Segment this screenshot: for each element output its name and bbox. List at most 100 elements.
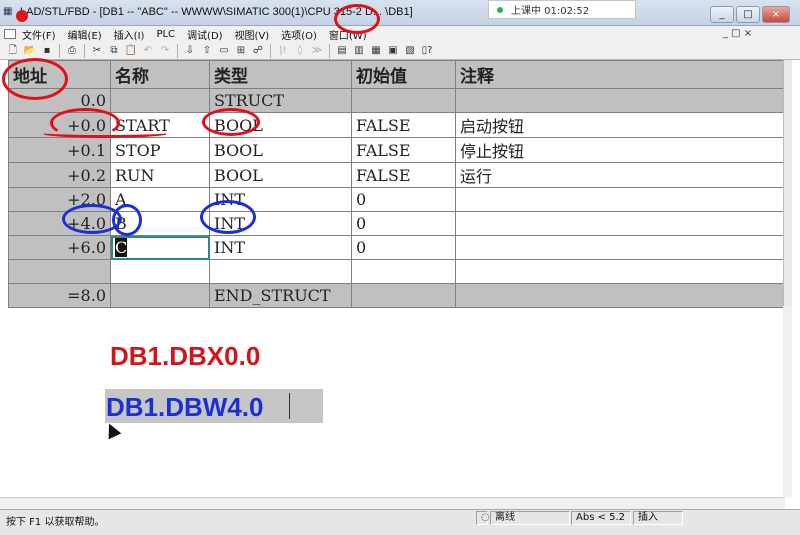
cell-name[interactable]: STOP: [110, 137, 210, 163]
cell-name[interactable]: A: [110, 187, 210, 212]
cell-name[interactable]: [110, 283, 210, 308]
close-button[interactable]: ×: [762, 6, 790, 23]
toolbar: 🗋 📂 ▪ ⎙ ✂ ⧉ 📋 ↶ ↷ ⇩ ⇧ ▭ ⊞ ☍ |! ◊ ≫ ▤ ▥ ▦…: [0, 42, 800, 60]
cell-name[interactable]: [110, 88, 210, 113]
copy-icon[interactable]: ⧉: [107, 44, 121, 58]
undo-icon[interactable]: ↶: [141, 44, 155, 58]
menu-window[interactable]: 窗口(W): [329, 27, 367, 42]
table-row[interactable]: +0.0 START BOOL FALSE 启动按钮: [8, 112, 784, 138]
menu-debug[interactable]: 调试(D): [187, 27, 223, 42]
lower-vertical-scrollbar[interactable]: [783, 306, 792, 497]
download-icon[interactable]: ⇩: [183, 44, 197, 58]
cell-name[interactable]: [110, 259, 210, 284]
cut-icon[interactable]: ✂: [90, 44, 104, 58]
declaration-table-area: 地址 名称 类型 初始值 注释 0.0 STRUCT +0.0 START BO…: [0, 60, 800, 308]
cell-type[interactable]: END_STRUCT: [209, 283, 352, 308]
cell-name-selected[interactable]: C: [110, 235, 210, 260]
breakpoint-icon[interactable]: |!: [276, 44, 290, 58]
text-caret: [289, 393, 290, 419]
header-initial-value: 初始值: [351, 60, 456, 89]
header-address: 地址: [8, 60, 111, 89]
cell-name[interactable]: START: [110, 112, 210, 138]
table-row[interactable]: +4.0 B INT 0: [8, 211, 784, 236]
cell-comment[interactable]: [455, 211, 784, 236]
cell-initial-value[interactable]: 0: [351, 235, 456, 260]
layout-icon[interactable]: ▥: [352, 44, 366, 58]
maximize-button[interactable]: □: [736, 6, 760, 23]
help-icon[interactable]: ▯?: [420, 44, 434, 58]
table-row[interactable]: =8.0 END_STRUCT: [8, 283, 784, 308]
header-type: 类型: [209, 60, 352, 89]
document-icon[interactable]: [4, 29, 16, 39]
header-comment: 注释: [455, 60, 784, 89]
upload-icon[interactable]: ⇧: [200, 44, 214, 58]
cell-type[interactable]: [209, 259, 352, 284]
save-icon[interactable]: ▪: [40, 44, 54, 58]
details-icon[interactable]: ▦: [369, 44, 383, 58]
cell-initial-value[interactable]: FALSE: [351, 112, 456, 138]
table-row[interactable]: +0.1 STOP BOOL FALSE 停止按钮: [8, 137, 784, 163]
menu-view[interactable]: 视图(V): [235, 27, 270, 42]
cell-comment[interactable]: [455, 283, 784, 308]
jump-icon[interactable]: ≫: [310, 44, 324, 58]
cell-type[interactable]: BOOL: [209, 162, 352, 188]
step-icon[interactable]: ◊: [293, 44, 307, 58]
table-row[interactable]: 0.0 STRUCT: [8, 88, 784, 113]
cell-initial-value[interactable]: [351, 88, 456, 113]
cell-type[interactable]: STRUCT: [209, 88, 352, 113]
overview-icon[interactable]: ▤: [335, 44, 349, 58]
table-row[interactable]: +6.0 C INT 0: [8, 235, 784, 260]
menu-file[interactable]: 文件(F): [22, 27, 56, 42]
cell-type[interactable]: BOOL: [209, 112, 352, 138]
vertical-scrollbar[interactable]: [783, 60, 792, 306]
cell-initial-value[interactable]: 0: [351, 211, 456, 236]
cell-initial-value[interactable]: [351, 259, 456, 284]
cell-comment[interactable]: [455, 187, 784, 212]
cell-type[interactable]: INT: [209, 211, 352, 236]
cell-initial-value[interactable]: FALSE: [351, 162, 456, 188]
cell-name[interactable]: RUN: [110, 162, 210, 188]
cell-type[interactable]: INT: [209, 235, 352, 260]
redo-icon[interactable]: ↷: [158, 44, 172, 58]
cell-initial-value[interactable]: 0: [351, 187, 456, 212]
mdi-controls[interactable]: _ □ ×: [723, 28, 752, 39]
status-bar: 按下 F1 以获取帮助。 ◌ 离线 Abs < 5.2 插入: [0, 509, 800, 535]
header-name: 名称: [110, 60, 210, 89]
cell-address: 0.0: [8, 88, 111, 113]
print-icon[interactable]: ⎙: [65, 44, 79, 58]
cell-name[interactable]: B: [110, 211, 210, 236]
table-row[interactable]: +0.2 RUN BOOL FALSE 运行: [8, 162, 784, 188]
toolbar-separator: [84, 43, 85, 58]
paste-icon[interactable]: 📋: [124, 44, 138, 58]
cell-initial-value[interactable]: FALSE: [351, 137, 456, 163]
menu-insert[interactable]: 插入(I): [114, 27, 145, 42]
accessible-nodes-icon[interactable]: ☍: [251, 44, 265, 58]
cell-comment[interactable]: 运行: [455, 162, 784, 188]
cell-comment[interactable]: [455, 259, 784, 284]
cell-comment[interactable]: 启动按钮: [455, 112, 784, 138]
red-address-text: DB1.DBX0.0: [110, 341, 261, 371]
menu-options[interactable]: 选项(O): [281, 27, 317, 42]
minimize-button[interactable]: _: [710, 6, 734, 23]
horizontal-scrollbar[interactable]: [0, 497, 785, 509]
cell-initial-value[interactable]: [351, 283, 456, 308]
split-icon[interactable]: ▣: [386, 44, 400, 58]
table-row[interactable]: +2.0 A INT 0: [8, 187, 784, 212]
columns-icon[interactable]: ▧: [403, 44, 417, 58]
open-icon[interactable]: 📂: [23, 44, 37, 58]
table-row[interactable]: [8, 259, 784, 284]
network-icon[interactable]: ⊞: [234, 44, 248, 58]
blue-address-text[interactable]: DB1.DBW4.0: [106, 392, 263, 423]
menu-edit[interactable]: 编辑(E): [68, 27, 102, 42]
monitor-icon[interactable]: ▭: [217, 44, 231, 58]
status-mode: 离线: [490, 511, 570, 525]
class-timer-label: 上课中 01:02:52: [511, 6, 590, 17]
cell-type[interactable]: BOOL: [209, 137, 352, 163]
cell-comment[interactable]: 停止按钮: [455, 137, 784, 163]
cell-type[interactable]: INT: [209, 187, 352, 212]
menu-plc[interactable]: PLC: [156, 29, 175, 40]
cell-comment[interactable]: [455, 88, 784, 113]
cell-comment[interactable]: [455, 235, 784, 260]
declaration-table: 地址 名称 类型 初始值 注释 0.0 STRUCT +0.0 START BO…: [8, 60, 784, 308]
new-icon[interactable]: 🗋: [6, 44, 20, 58]
